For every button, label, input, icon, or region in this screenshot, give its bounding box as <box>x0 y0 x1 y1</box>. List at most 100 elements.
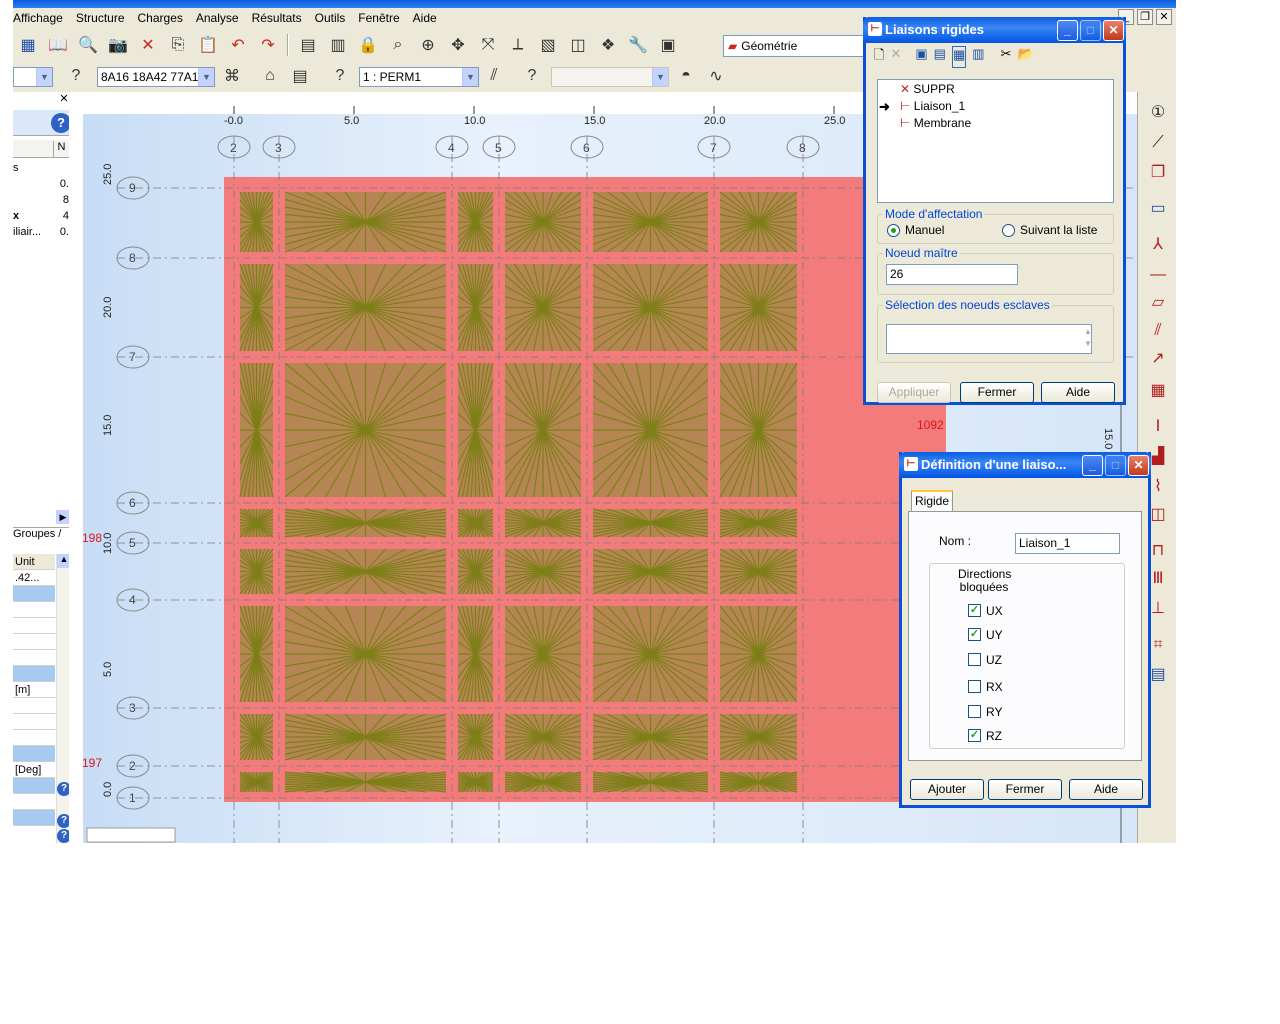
load-icon[interactable]: ⫽ <box>481 64 507 88</box>
menu-resultats[interactable]: Résultats <box>252 11 309 25</box>
undo-icon[interactable]: ↶ <box>225 33 251 57</box>
load-case-combo[interactable]: 1 : PERM1 ▼ <box>359 67 479 87</box>
help-icon[interactable]: ? <box>51 113 71 133</box>
question-bars-icon[interactable]: ? <box>63 64 89 88</box>
help-button[interactable]: Aide <box>1069 779 1143 800</box>
uy-checkbox[interactable]: ✓ <box>968 628 981 641</box>
open-book-icon[interactable]: 📖 <box>45 33 71 57</box>
maximize-button[interactable]: □ <box>1105 455 1126 476</box>
rz-checkbox[interactable]: ✓ <box>968 729 981 742</box>
deformation-icon[interactable]: ◓ <box>673 64 699 88</box>
camera-icon[interactable]: 📷 <box>105 33 131 57</box>
grid-cell[interactable] <box>13 810 55 826</box>
close-button[interactable]: ✕ <box>1128 455 1149 476</box>
grid-cell[interactable] <box>13 650 55 666</box>
tab-rigide[interactable]: Rigide <box>911 490 953 512</box>
node-icon[interactable]: ⟂ <box>505 33 531 57</box>
list-item[interactable]: ✕ SUPPR <box>900 82 955 96</box>
grid-cell[interactable] <box>13 634 55 650</box>
close-button[interactable]: Fermer <box>988 779 1062 800</box>
grid-cell[interactable] <box>13 746 55 762</box>
offset-icon[interactable]: ↗ <box>1147 348 1169 370</box>
grid-cell[interactable] <box>13 586 55 602</box>
load-case-icon[interactable]: ? <box>519 64 545 88</box>
master-node-field[interactable]: 26 <box>886 264 1018 285</box>
add-button[interactable]: Ajouter <box>910 779 984 800</box>
manual-radio[interactable] <box>887 224 900 237</box>
grid-icon[interactable]: ▦ <box>1147 380 1169 402</box>
model-icon[interactable]: ❖ <box>595 33 621 57</box>
node-number-icon[interactable]: ① <box>1147 102 1169 124</box>
tools-icon[interactable]: 🔧 <box>625 33 651 57</box>
grid-cell[interactable] <box>13 618 55 634</box>
details-view-icon[interactable]: ▦ <box>951 46 967 68</box>
copy-icon[interactable]: ⎘ <box>165 33 191 57</box>
menu-charges[interactable]: Charges <box>138 11 190 25</box>
folder-icon[interactable]: 📂 <box>1017 46 1033 68</box>
list-view-icon[interactable]: ▤ <box>934 46 946 68</box>
close-button[interactable]: ✕ <box>1103 20 1124 41</box>
delete-icon[interactable]: ✕ <box>890 46 901 68</box>
tables-icon[interactable]: ▥ <box>325 33 351 57</box>
rx-checkbox[interactable] <box>968 680 981 693</box>
mdi-restore-button[interactable]: ❐ <box>1137 9 1153 25</box>
bar-icon[interactable]: ⟋ <box>1147 132 1169 154</box>
release-icon[interactable]: ⫽ <box>1147 320 1169 342</box>
wave-icon[interactable]: ∿ <box>703 64 729 88</box>
structure-icon[interactable]: ▦ <box>15 33 41 57</box>
ux-checkbox[interactable]: ✓ <box>968 604 981 617</box>
scroll-right-button[interactable]: ▶ <box>56 510 70 524</box>
minimize-button[interactable]: _ <box>1082 455 1103 476</box>
nodes-icon[interactable]: ❐ <box>1147 162 1169 184</box>
table-view-icon[interactable]: ▥ <box>972 46 984 68</box>
menu-analyse[interactable]: Analyse <box>196 11 246 25</box>
line-icon[interactable]: — <box>1147 264 1169 286</box>
grid-cell[interactable] <box>13 698 55 714</box>
mesh-icon[interactable]: ▧ <box>535 33 561 57</box>
links-list[interactable]: ✕ SUPPR ➜ ⊢ Liaison_1 ⊢ Membrane <box>877 79 1114 203</box>
grid-cell[interactable] <box>13 778 55 794</box>
save-view-icon[interactable]: ▤ <box>287 64 313 88</box>
i-beam-icon[interactable]: Ⅰ <box>1147 416 1169 438</box>
grid-cell[interactable] <box>13 602 55 618</box>
case-icon[interactable]: ? <box>327 64 353 88</box>
view-icon[interactable]: ▣ <box>915 46 927 68</box>
mdi-close-button[interactable]: ✕ <box>1156 9 1172 25</box>
slave-nodes-field[interactable] <box>886 324 1092 354</box>
paste-icon[interactable]: 📋 <box>195 33 221 57</box>
zoom-window-icon[interactable]: ⊕ <box>415 33 441 57</box>
layout-icon[interactable]: ▣ <box>655 33 681 57</box>
zoom-icon[interactable]: ⌕ <box>385 33 411 57</box>
menu-outils[interactable]: Outils <box>315 11 353 25</box>
apply-button[interactable]: Appliquer <box>877 382 951 403</box>
menu-affichage[interactable]: Affichage <box>13 11 70 25</box>
selection-combo[interactable]: ▼ <box>13 67 53 87</box>
menu-aide[interactable]: Aide <box>413 11 444 25</box>
layout-select[interactable]: ▰ Géométrie <box>723 35 873 57</box>
list-item[interactable]: ⊢ Membrane <box>900 116 971 130</box>
list-item-selected[interactable]: ⊢ Liaison_1 <box>900 99 965 113</box>
panel-icon[interactable]: ▱ <box>1147 292 1169 314</box>
help-button[interactable]: Aide <box>1041 382 1115 403</box>
name-field[interactable]: Liaison_1 <box>1015 533 1120 554</box>
list-mode-radio[interactable] <box>1002 224 1015 237</box>
delete-icon[interactable]: ✕ <box>135 33 161 57</box>
spin-buttons[interactable]: ▲ ▼ <box>1082 326 1094 352</box>
maximize-button[interactable]: □ <box>1080 20 1101 41</box>
mode-combo[interactable]: ▼ <box>551 67 669 87</box>
new-icon[interactable]: 🗋 <box>874 46 884 68</box>
preview-icon[interactable]: 🔍 <box>75 33 101 57</box>
ry-checkbox[interactable] <box>968 705 981 718</box>
selection-icon[interactable]: ⤧ <box>475 33 501 57</box>
grid-cell[interactable]: [m] <box>13 682 55 698</box>
view-3d-icon[interactable]: ◫ <box>565 33 591 57</box>
tab-groupes[interactable]: Groupes / <box>13 527 75 547</box>
select-tool-icon[interactable]: ⌘ <box>219 64 245 88</box>
close-button[interactable]: Fermer <box>960 382 1034 403</box>
uz-checkbox[interactable] <box>968 653 981 666</box>
grid-cell[interactable]: [Deg] <box>13 762 55 778</box>
menu-structure[interactable]: Structure <box>76 11 132 25</box>
section-icon[interactable]: ▭ <box>1147 198 1169 220</box>
grid-cell[interactable] <box>13 730 55 746</box>
lock-icon[interactable]: 🔒 <box>355 33 381 57</box>
